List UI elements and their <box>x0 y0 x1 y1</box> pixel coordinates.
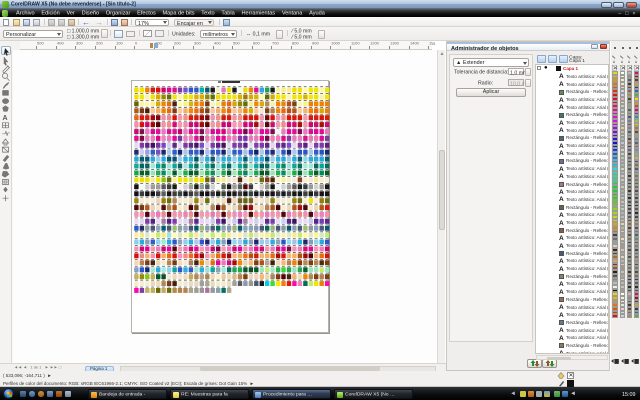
svg-text:A: A <box>3 115 8 122</box>
